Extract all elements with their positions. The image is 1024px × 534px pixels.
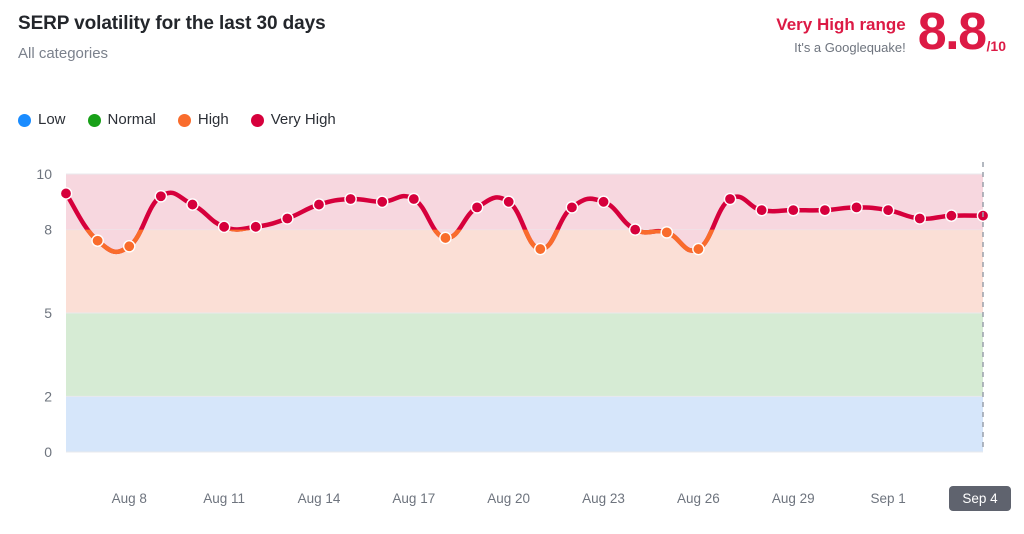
data-point[interactable] bbox=[502, 195, 515, 209]
legend-label-very-high: Very High bbox=[270, 111, 336, 128]
data-point[interactable] bbox=[344, 192, 357, 206]
data-point[interactable] bbox=[913, 212, 927, 225]
data-point[interactable] bbox=[59, 187, 73, 200]
data-point[interactable] bbox=[470, 201, 484, 214]
x-axis-tick[interactable]: Aug 26 bbox=[677, 491, 720, 506]
data-point[interactable] bbox=[850, 201, 863, 214]
data-point[interactable] bbox=[945, 209, 958, 222]
x-axis-tick[interactable]: Aug 14 bbox=[298, 491, 341, 506]
data-point[interactable] bbox=[122, 239, 136, 253]
score-value: 8.8 bbox=[917, 3, 987, 61]
x-axis-tick-active[interactable]: Sep 4 bbox=[962, 491, 998, 506]
y-axis-tick: 10 bbox=[36, 166, 52, 182]
chart-svg[interactable]: 025810 Aug 8 Aug 11 Aug 14 Aug 17 Aug 20 Aug … bbox=[0, 150, 1024, 534]
data-point[interactable] bbox=[692, 242, 705, 256]
data-point[interactable] bbox=[755, 203, 768, 217]
data-point[interactable] bbox=[249, 220, 263, 234]
y-axis-ticks: 0 2 5 8 10 bbox=[36, 166, 52, 460]
legend-dot-normal-icon bbox=[87, 113, 101, 127]
data-point[interactable] bbox=[312, 198, 326, 211]
data-point[interactable] bbox=[628, 223, 642, 236]
chart-legend: Low Normal High Very High bbox=[18, 111, 336, 129]
band-high bbox=[66, 229, 983, 313]
y-axis-tick: 0 bbox=[44, 444, 52, 460]
data-point[interactable] bbox=[881, 203, 895, 217]
data-point[interactable] bbox=[154, 189, 168, 203]
data-point[interactable] bbox=[534, 242, 547, 256]
band-normal bbox=[66, 313, 983, 397]
x-axis-tick[interactable]: Aug 23 bbox=[582, 491, 625, 506]
x-axis-tick[interactable]: Aug 11 bbox=[203, 491, 245, 506]
data-point[interactable] bbox=[375, 195, 389, 209]
band-low bbox=[66, 396, 983, 452]
data-point[interactable] bbox=[597, 195, 610, 209]
chart-header: SERP volatility for the last 30 days All… bbox=[0, 0, 1024, 82]
x-axis-tick[interactable]: Sep 1 bbox=[870, 491, 905, 506]
data-point[interactable] bbox=[91, 234, 104, 248]
y-axis-tick: 8 bbox=[44, 222, 52, 238]
data-point[interactable] bbox=[217, 220, 231, 234]
volatility-chart[interactable]: 0 2 5 8 10 Aug 8 Aug 11 Aug 14 Aug 17 Aug 20 Aug … bbox=[0, 150, 1024, 534]
x-axis-ticks[interactable]: Aug 8 Aug 11 Aug 14 Aug 17 Aug 20 Aug 23 Aug 2… bbox=[112, 486, 1011, 511]
legend-item-low[interactable]: Low bbox=[18, 111, 66, 129]
data-point[interactable] bbox=[818, 203, 832, 217]
x-axis-tick[interactable]: Aug 8 bbox=[112, 491, 147, 506]
legend-dot-low-icon bbox=[18, 113, 31, 127]
score-text-group: Very High range It's a Googlequake! bbox=[776, 8, 917, 56]
y-axis-tick: 2 bbox=[44, 388, 52, 404]
x-axis-tick[interactable]: Aug 17 bbox=[392, 491, 435, 506]
data-point[interactable] bbox=[565, 201, 579, 214]
volatility-score-block: Very High range It's a Googlequake! 8.8 … bbox=[776, 3, 1006, 61]
data-point[interactable] bbox=[786, 203, 800, 217]
legend-label-high: High bbox=[197, 111, 229, 128]
score-denominator: /10 bbox=[986, 38, 1006, 54]
x-axis-tick[interactable]: Aug 20 bbox=[487, 491, 530, 506]
data-point[interactable] bbox=[407, 192, 421, 206]
x-axis-tick[interactable]: Aug 29 bbox=[772, 491, 815, 506]
legend-label-low: Low bbox=[38, 111, 66, 128]
data-point[interactable] bbox=[281, 212, 294, 225]
data-point[interactable] bbox=[439, 231, 452, 245]
range-label: Very High range bbox=[776, 15, 906, 34]
data-point[interactable] bbox=[723, 192, 737, 206]
legend-dot-very-high-icon bbox=[250, 113, 264, 127]
legend-dot-high-icon bbox=[177, 113, 191, 127]
score-value-group: 8.8 /10 bbox=[917, 3, 1006, 61]
legend-label-normal: Normal bbox=[107, 111, 156, 128]
legend-item-very-high[interactable]: Very High bbox=[250, 111, 336, 129]
data-point[interactable] bbox=[660, 226, 674, 239]
legend-item-normal[interactable]: Normal bbox=[87, 111, 156, 129]
range-description: It's a Googlequake! bbox=[794, 40, 906, 55]
data-point[interactable] bbox=[186, 198, 199, 211]
legend-item-high[interactable]: High bbox=[177, 111, 229, 129]
y-axis-tick: 5 bbox=[44, 305, 52, 321]
